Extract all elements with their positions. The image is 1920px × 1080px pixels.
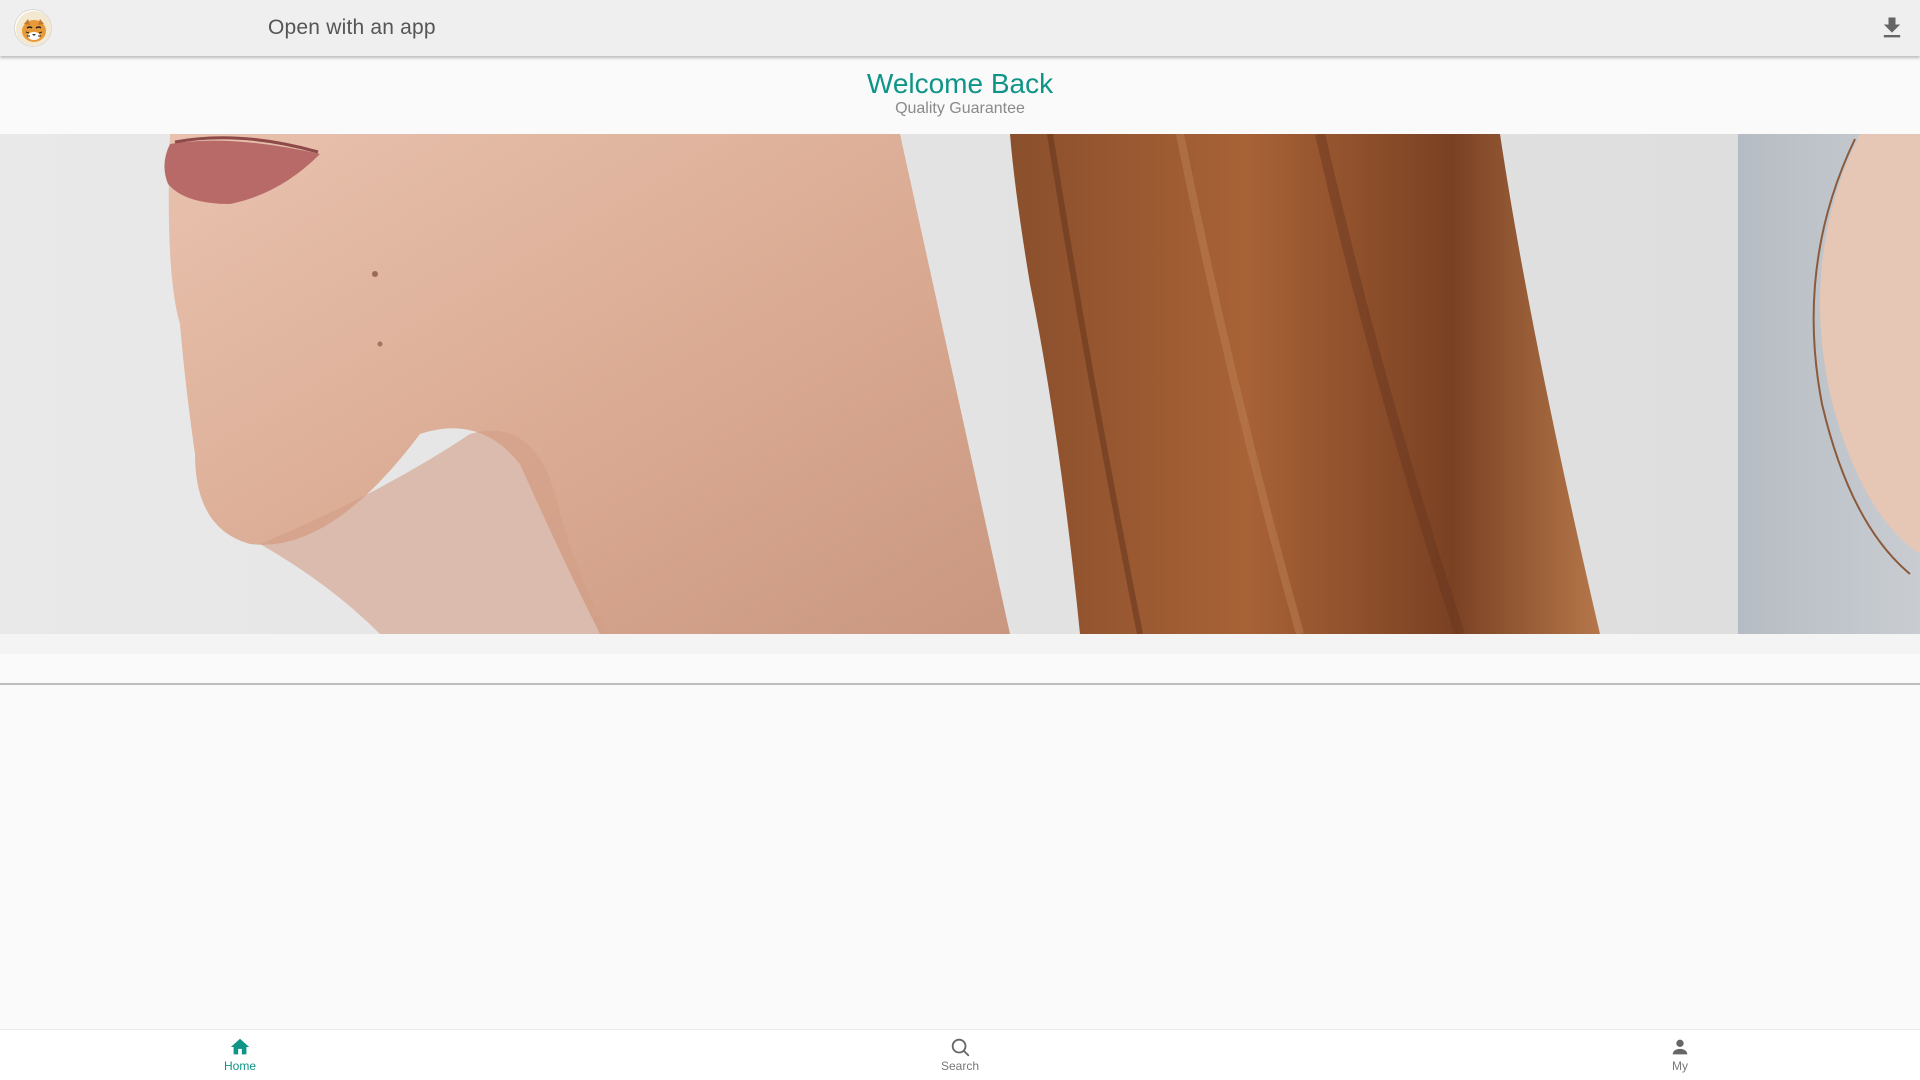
search-icon bbox=[951, 1038, 970, 1057]
welcome-subtitle: Quality Guarantee bbox=[895, 100, 1025, 117]
nav-home-label: Home bbox=[223, 1059, 256, 1073]
welcome-title: Welcome Back bbox=[866, 68, 1054, 99]
open-with-app-link[interactable]: Open with an app bbox=[268, 16, 436, 40]
download-icon[interactable] bbox=[1878, 14, 1906, 42]
nav-home[interactable]: Home bbox=[180, 1036, 300, 1080]
bottom-navigation: Home Search My bbox=[0, 1029, 1920, 1080]
banner-image bbox=[0, 134, 1920, 634]
person-icon bbox=[1672, 1039, 1688, 1055]
tiger-logo-icon[interactable] bbox=[14, 9, 52, 47]
banner-carousel[interactable] bbox=[0, 134, 1920, 634]
section-divider bbox=[0, 683, 1920, 685]
nav-my-label: My bbox=[1672, 1059, 1688, 1073]
home-icon bbox=[230, 1038, 250, 1055]
nav-my[interactable]: My bbox=[1620, 1036, 1740, 1080]
carousel-indicator-strip bbox=[0, 634, 1920, 654]
nav-search[interactable]: Search bbox=[900, 1036, 1020, 1080]
top-app-bar: Open with an app bbox=[0, 0, 1920, 56]
nav-search-label: Search bbox=[940, 1059, 980, 1073]
welcome-header: Welcome Back Quality Guarantee bbox=[0, 56, 1920, 134]
